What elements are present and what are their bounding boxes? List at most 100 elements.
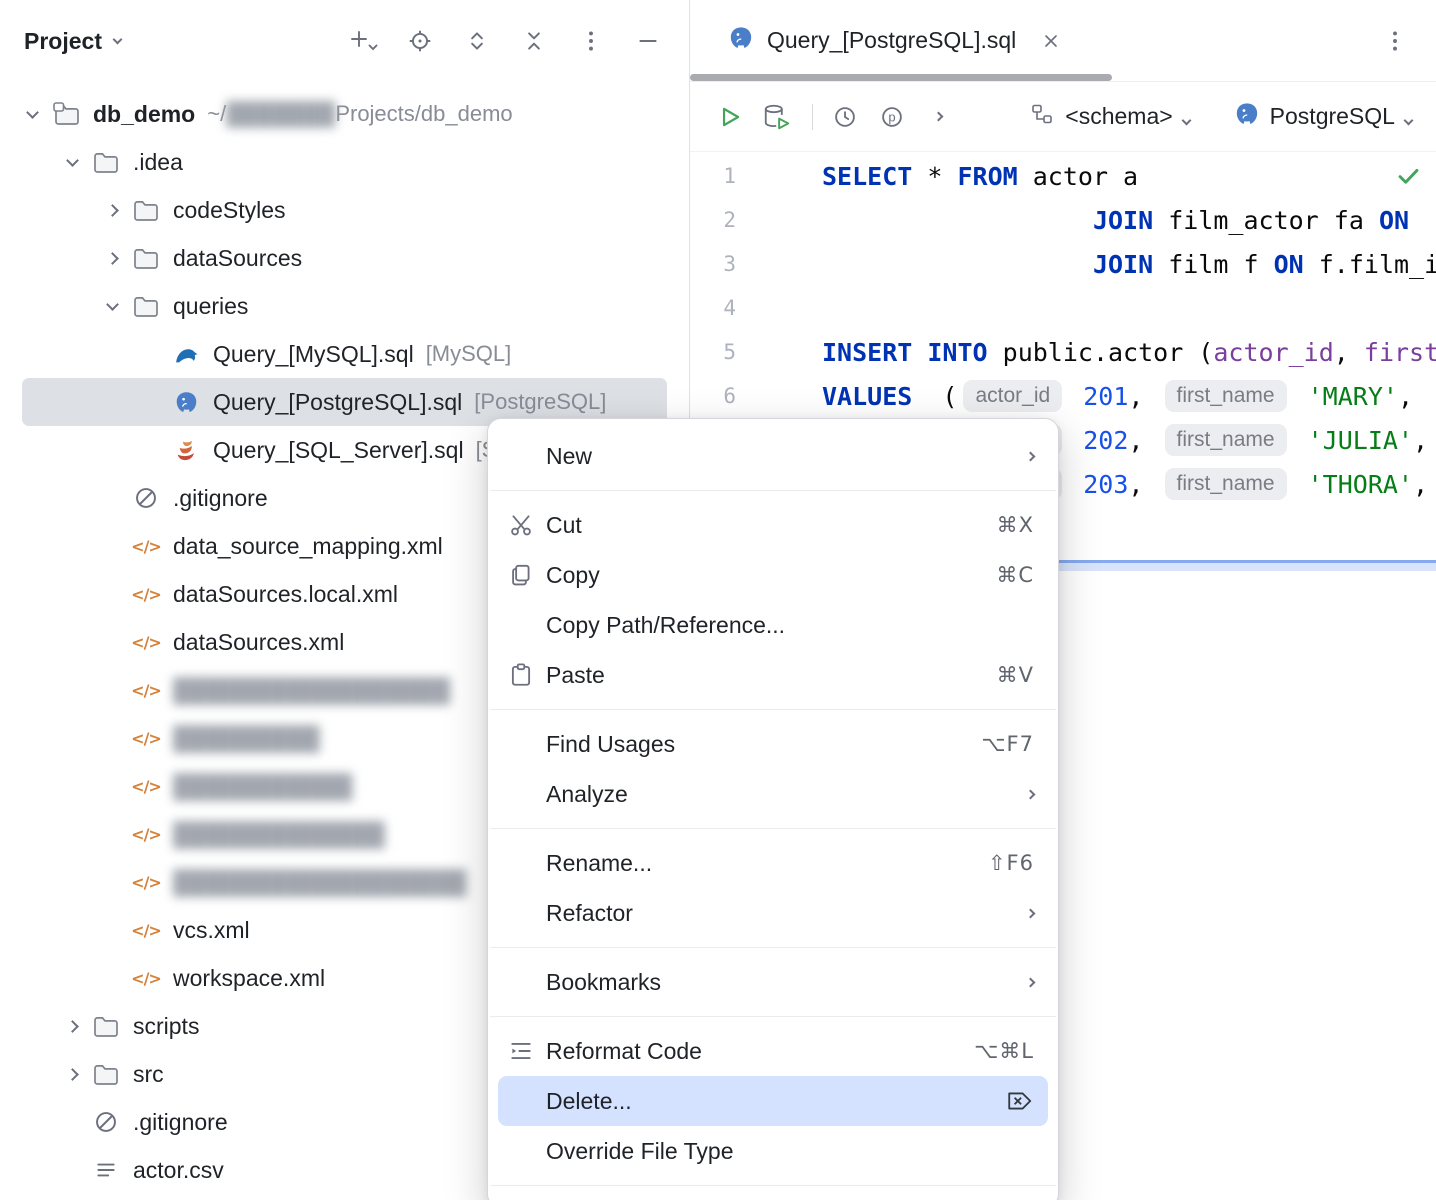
tree-item-query-mysql[interactable]: Query_[MySQL].sql[MySQL] — [22, 330, 667, 378]
tree-item-label: queries — [173, 293, 248, 320]
chevron-down-icon[interactable] — [22, 112, 52, 117]
dialect-selector-label: PostgreSQL — [1270, 103, 1395, 130]
tree-item-label: █████████ — [173, 725, 320, 752]
schema-selector[interactable]: <schema> — [1029, 102, 1189, 132]
xml-icon: </> — [132, 868, 160, 896]
chevron-down-icon[interactable] — [114, 40, 121, 43]
chevron-down-icon[interactable] — [102, 304, 132, 309]
code-line-6: 6VALUES (actor_id 201, first_name 'MARY'… — [690, 374, 1436, 418]
parameters-icon[interactable]: p — [876, 100, 909, 134]
inlay-hint-chip: actor_id — [963, 380, 1062, 412]
chevron-right-icon[interactable] — [62, 1070, 92, 1079]
submenu-arrow-icon — [1027, 791, 1034, 798]
tree-item-label: █████████████████ — [173, 677, 450, 704]
submenu-arrow-icon — [1027, 910, 1034, 917]
menu-item-copy[interactable]: Copy⌘C — [498, 550, 1048, 600]
chevron-right-icon[interactable] — [102, 254, 132, 263]
context-menu: NewCut⌘XCopy⌘CCopy Path/Reference...Past… — [487, 418, 1059, 1200]
tree-item-label: █████████████ — [173, 821, 385, 848]
code-text: INSERT INTO public.actor (actor_id, firs… — [822, 338, 1436, 367]
xml-icon: </> — [132, 532, 160, 560]
menu-item-new[interactable]: New — [498, 431, 1048, 481]
expand-all-icon[interactable] — [462, 26, 492, 56]
locate-file-icon[interactable] — [405, 26, 435, 56]
folder-icon — [92, 148, 120, 176]
menu-item-label: Reformat Code — [546, 1038, 702, 1065]
tree-item-hint: [PostgreSQL] — [474, 389, 606, 415]
tree-item-label: codeStyles — [173, 197, 286, 224]
menu-item-label: Override File Type — [546, 1138, 733, 1165]
editor-toolbar: p <schema> PostgreSQL — [690, 82, 1436, 152]
menu-item-copy-path-reference[interactable]: Copy Path/Reference... — [498, 600, 1048, 650]
scissors-icon — [506, 512, 546, 538]
code-line-1: 1SELECT * FROM actor a — [690, 154, 1436, 198]
chevron-down-icon — [1183, 103, 1190, 130]
inspection-check-icon[interactable] — [1395, 162, 1422, 194]
menu-item-refactor[interactable]: Refactor — [498, 888, 1048, 938]
tree-item-label: dataSources — [173, 245, 302, 272]
menu-item-delete[interactable]: Delete... — [498, 1076, 1048, 1126]
tab-query-postgresql[interactable]: Query_[PostgreSQL].sql — [690, 25, 1077, 57]
tree-item-queries[interactable]: queries — [22, 282, 667, 330]
line-number: 6 — [690, 384, 736, 408]
menu-item-analyze[interactable]: Analyze — [498, 769, 1048, 819]
run-icon[interactable] — [714, 100, 747, 134]
menu-shortcut: ⌘X — [997, 513, 1034, 537]
menu-item-reformat-code[interactable]: Reformat Code⌥⌘L — [498, 1026, 1048, 1076]
code-text: SELECT * FROM actor a — [822, 162, 1138, 191]
close-icon[interactable] — [1041, 31, 1061, 51]
code-line-5: 5INSERT INTO public.actor (actor_id, fir… — [690, 330, 1436, 374]
tab-scrollbar[interactable] — [690, 74, 1112, 81]
menu-item-paste[interactable]: Paste ⌘V — [498, 650, 1048, 700]
code-line-4: 4 — [690, 286, 1436, 330]
gitignore-icon — [92, 1108, 120, 1136]
hide-panel-icon[interactable] — [633, 26, 663, 56]
reformat-icon — [506, 1038, 546, 1064]
menu-item-label: Bookmarks — [546, 969, 661, 996]
history-icon[interactable] — [829, 100, 862, 134]
menu-item-bookmarks[interactable]: Bookmarks — [498, 957, 1048, 1007]
tree-item-label: ███████████ — [173, 773, 352, 800]
tree-item-label: Query_[MySQL].sql — [213, 341, 414, 368]
menu-item-find-usages[interactable]: Find Usages⌥F7 — [498, 719, 1048, 769]
inlay-hint-chip: first_name — [1165, 380, 1287, 412]
dialect-selector[interactable]: PostgreSQL — [1234, 101, 1412, 133]
menu-item-label: Paste — [546, 662, 605, 689]
menu-item-override-file-type[interactable]: Override File Type — [498, 1126, 1048, 1176]
mysql-icon — [172, 340, 200, 368]
chevron-right-icon[interactable] — [62, 1022, 92, 1031]
more-options-icon[interactable] — [576, 26, 606, 56]
tree-item-label: scripts — [133, 1013, 199, 1040]
code-text: JOIN film f ON f.film_id — [822, 250, 1436, 279]
project-header: Project — [0, 0, 689, 82]
menu-item-cut[interactable]: Cut⌘X — [498, 500, 1048, 550]
menu-item-label: Refactor — [546, 900, 633, 927]
xml-icon: </> — [132, 580, 160, 608]
tree-item-dataSources[interactable]: dataSources — [22, 234, 667, 282]
tree-item-idea[interactable]: .idea — [22, 138, 667, 186]
chevron-right-icon[interactable] — [922, 100, 955, 134]
tree-item-label: dataSources.local.xml — [173, 581, 398, 608]
menu-separator — [490, 709, 1056, 710]
code-line-2: 2 JOIN film_actor fa ON — [690, 198, 1436, 242]
folder-icon — [132, 244, 160, 272]
tree-item-codeStyles[interactable]: codeStyles — [22, 186, 667, 234]
menu-separator — [490, 1185, 1056, 1186]
tab-title: Query_[PostgreSQL].sql — [767, 27, 1016, 54]
editor-more-options-icon[interactable] — [1380, 26, 1410, 56]
menu-shortcut: ⌘V — [997, 663, 1034, 687]
collapse-all-icon[interactable] — [519, 26, 549, 56]
xml-icon: </> — [132, 820, 160, 848]
menu-item-rename[interactable]: Rename...⇧F6 — [498, 838, 1048, 888]
chevron-down-icon[interactable] — [62, 160, 92, 165]
xml-icon: </> — [132, 772, 160, 800]
execute-in-console-icon[interactable] — [761, 100, 794, 134]
tree-item-label: db_demo — [93, 101, 195, 128]
xml-icon: </> — [132, 628, 160, 656]
tree-item-db_demo[interactable]: db_demo~/███████Projects/db_demo — [22, 90, 667, 138]
add-icon[interactable] — [348, 26, 378, 56]
chevron-right-icon[interactable] — [102, 206, 132, 215]
tree-item-label: actor.csv — [133, 1157, 224, 1184]
inlay-hint-chip: first_name — [1165, 424, 1287, 456]
line-number: 4 — [690, 296, 736, 320]
